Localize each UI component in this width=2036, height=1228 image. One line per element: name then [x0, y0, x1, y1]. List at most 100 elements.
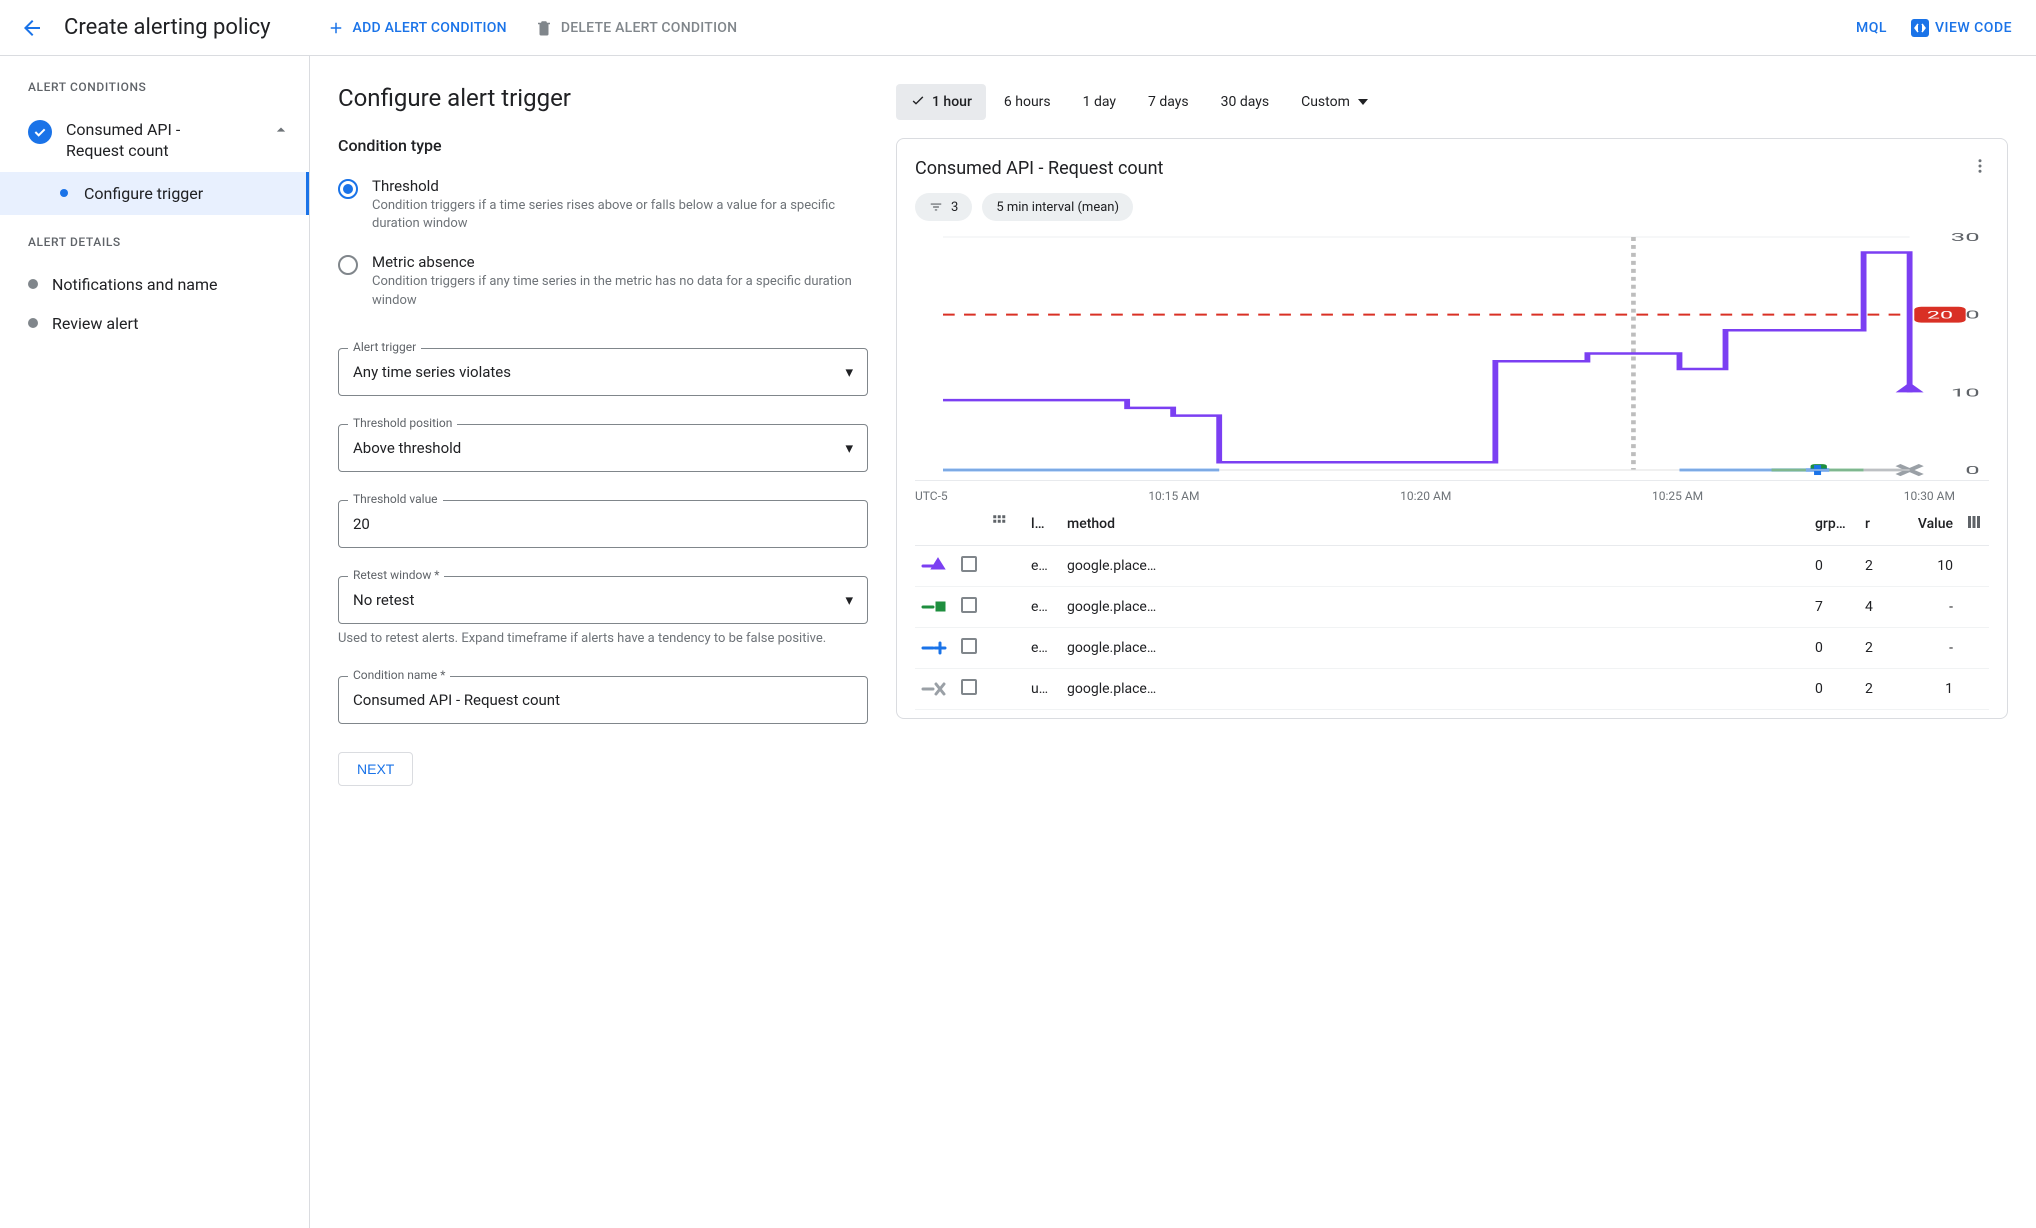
tz-label: UTC-5 [915, 489, 948, 503]
radio-threshold[interactable]: Threshold Condition triggers if a time s… [338, 167, 868, 243]
svg-text:0: 0 [1965, 464, 1979, 477]
table-row[interactable]: u…google.place…021 [915, 669, 1989, 710]
alert-trigger-select[interactable]: Alert trigger Any time series violates ▾ [338, 348, 868, 396]
field-value: No retest [353, 591, 414, 609]
grid-icon[interactable] [991, 519, 1009, 535]
sidebar: ALERT CONDITIONS Consumed API - Request … [0, 56, 310, 1228]
filter-count: 3 [951, 200, 958, 215]
time-range-30-days[interactable]: 30 days [1207, 86, 1283, 118]
radio-label: Metric absence [372, 253, 868, 271]
sidebar-sub-configure-trigger[interactable]: Configure trigger [0, 172, 309, 215]
sidebar-item-condition[interactable]: Consumed API - Request count [0, 110, 309, 172]
sidebar-sub-label: Configure trigger [84, 184, 203, 203]
sidebar-item-label: Consumed API - Request count [66, 120, 180, 162]
retest-window-select[interactable]: Retest window * No retest ▾ [338, 576, 868, 624]
time-range-1-hour[interactable]: 1 hour [896, 84, 986, 120]
time-range-1-day[interactable]: 1 day [1069, 86, 1130, 118]
cell-l: e… [1025, 587, 1061, 628]
series-marker [915, 587, 955, 628]
col-grp[interactable]: grp… [1809, 503, 1859, 546]
series-marker [915, 628, 955, 669]
row-checkbox[interactable] [961, 679, 977, 695]
trash-icon [535, 19, 553, 37]
condition-name-input[interactable]: Condition name * Consumed API - Request … [338, 676, 868, 724]
time-range-custom[interactable]: Custom [1287, 86, 1382, 118]
radio-icon [338, 179, 358, 199]
radio-desc: Condition triggers if any time series in… [372, 273, 868, 309]
card-menu-button[interactable] [1971, 157, 1989, 179]
dropdown-arrow-icon [1358, 99, 1368, 105]
cell-value: 1 [1889, 669, 1959, 710]
dot-icon [28, 279, 38, 289]
cell-r: 4 [1859, 587, 1889, 628]
cell-r: 2 [1859, 546, 1889, 587]
sidebar-item-notifications[interactable]: Notifications and name [0, 265, 309, 304]
row-checkbox[interactable] [961, 597, 977, 613]
config-heading: Configure alert trigger [338, 84, 868, 112]
retest-help-text: Used to retest alerts. Expand timeframe … [338, 630, 868, 648]
interval-chip-label: 5 min interval (mean) [996, 200, 1119, 215]
time-range-6-hours[interactable]: 6 hours [990, 86, 1065, 118]
interval-chip[interactable]: 5 min interval (mean) [982, 193, 1133, 221]
cell-value: - [1889, 628, 1959, 669]
back-button[interactable] [12, 8, 52, 48]
dropdown-arrow-icon: ▾ [845, 591, 853, 609]
series-marker [915, 546, 955, 587]
cell-method: google.place… [1061, 546, 1809, 587]
table-row[interactable]: e…google.place…0210 [915, 546, 1989, 587]
time-range-selector: 1 hour6 hours1 day7 days30 daysCustom [896, 84, 2008, 120]
svg-text:20: 20 [1927, 310, 1953, 322]
dropdown-arrow-icon: ▾ [845, 439, 853, 457]
preview-column: 1 hour6 hours1 day7 days30 daysCustom Co… [896, 84, 2008, 719]
field-value: Above threshold [353, 439, 461, 457]
field-label: Retest window * [348, 568, 444, 582]
cell-l: u… [1025, 669, 1061, 710]
table-row[interactable]: e…google.place…74- [915, 587, 1989, 628]
table-row[interactable]: e…google.place…02- [915, 628, 1989, 669]
top-bar: Create alerting policy ADD ALERT CONDITI… [0, 0, 2036, 56]
x-tick: 10:20 AM [1400, 489, 1451, 503]
cell-method: google.place… [1061, 628, 1809, 669]
chart-area[interactable]: 302010020 [915, 231, 1989, 481]
mql-link[interactable]: MQL [1856, 20, 1887, 36]
x-tick: 10:30 AM [1904, 489, 1955, 503]
form-column: Configure alert trigger Condition type T… [338, 84, 868, 786]
radio-metric-absence[interactable]: Metric absence Condition triggers if any… [338, 243, 868, 319]
cell-method: google.place… [1061, 669, 1809, 710]
plus-icon [327, 19, 345, 37]
col-l[interactable]: l… [1025, 503, 1061, 546]
threshold-value-input[interactable]: Threshold value 20 [338, 500, 868, 548]
columns-icon[interactable] [1965, 519, 1983, 535]
arrow-left-icon [20, 16, 44, 40]
page-title: Create alerting policy [64, 15, 271, 40]
threshold-position-select[interactable]: Threshold position Above threshold ▾ [338, 424, 868, 472]
col-value[interactable]: Value [1889, 503, 1959, 546]
check-circle-icon [28, 120, 52, 144]
chevron-up-icon [271, 120, 291, 144]
sidebar-item-review[interactable]: Review alert [0, 304, 309, 343]
cell-l: e… [1025, 546, 1061, 587]
cell-grp: 0 [1809, 628, 1859, 669]
row-checkbox[interactable] [961, 556, 977, 572]
cell-grp: 7 [1809, 587, 1859, 628]
field-label: Alert trigger [348, 340, 421, 354]
field-value: 20 [353, 515, 370, 533]
row-checkbox[interactable] [961, 638, 977, 654]
chart-title: Consumed API - Request count [915, 158, 1163, 179]
col-r[interactable]: r [1859, 503, 1889, 546]
cell-l: e… [1025, 628, 1061, 669]
filter-icon [929, 200, 943, 214]
field-value: Any time series violates [353, 363, 511, 381]
view-code-button[interactable]: VIEW CODE [1911, 19, 2012, 37]
field-label: Condition name * [348, 668, 450, 682]
col-method[interactable]: method [1061, 503, 1809, 546]
add-alert-condition-button[interactable]: ADD ALERT CONDITION [327, 19, 507, 37]
next-button[interactable]: NEXT [338, 752, 413, 786]
time-range-7-days[interactable]: 7 days [1134, 86, 1203, 118]
radio-label: Threshold [372, 177, 868, 195]
cell-r: 2 [1859, 669, 1889, 710]
filter-chip[interactable]: 3 [915, 193, 972, 221]
delete-alert-condition-button[interactable]: DELETE ALERT CONDITION [535, 19, 738, 37]
cell-grp: 0 [1809, 669, 1859, 710]
radio-icon [338, 255, 358, 275]
